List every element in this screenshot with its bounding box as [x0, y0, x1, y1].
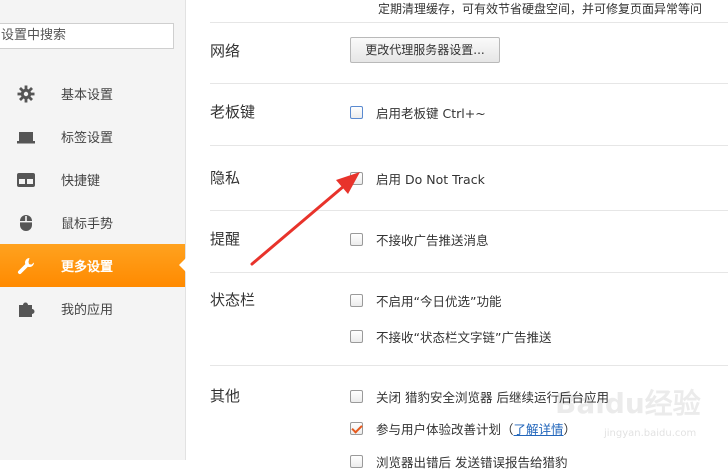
- section-title-statusbar: 状态栏: [210, 291, 256, 309]
- boss-key-label: 启用老板键 Ctrl+~: [376, 106, 486, 121]
- ad-push-option[interactable]: 不接收广告推送消息: [350, 230, 489, 249]
- settings-sidebar: 设置中搜索 基本设置 标签设置 快捷键 鼠标手势 更多设置 我的应用: [0, 0, 186, 460]
- sidebar-item-label: 基本设置: [61, 88, 114, 103]
- today-picks-label: 不启用“今日优选”功能: [376, 294, 502, 309]
- sidebar-item-label: 我的应用: [61, 303, 114, 318]
- ux-program-option[interactable]: 参与用户体验改善计划（ 了解详情 ）: [350, 419, 576, 438]
- section-title-reminder: 提醒: [210, 230, 241, 248]
- sidebar-item-mouse-gestures[interactable]: 鼠标手势: [0, 201, 185, 244]
- error-report-checkbox[interactable]: [350, 455, 363, 468]
- do-not-track-checkbox[interactable]: [350, 172, 363, 185]
- statusbar-link-ad-checkbox[interactable]: [350, 330, 363, 343]
- divider: [210, 272, 728, 273]
- section-title-other: 其他: [210, 387, 241, 405]
- section-title-privacy: 隐私: [210, 169, 241, 187]
- statusbar-link-ad-option[interactable]: 不接收“状态栏文字链”广告推送: [350, 327, 551, 346]
- error-report-label: 浏览器出错后 发送错误报告给猎豹: [376, 455, 568, 470]
- ux-program-checkbox[interactable]: [350, 422, 363, 435]
- ad-push-checkbox[interactable]: [350, 233, 363, 246]
- do-not-track-option[interactable]: 启用 Do Not Track: [350, 169, 485, 188]
- boss-key-option[interactable]: 启用老板键 Ctrl+~: [350, 103, 486, 122]
- change-proxy-button[interactable]: 更改代理服务器设置...: [350, 37, 500, 63]
- divider: [210, 365, 728, 366]
- background-apps-checkbox[interactable]: [350, 390, 363, 403]
- sidebar-item-more-settings[interactable]: 更多设置: [0, 244, 186, 287]
- section-title-boss-key: 老板键: [210, 103, 256, 121]
- statusbar-link-ad-label: 不接收“状态栏文字链”广告推送: [376, 330, 552, 345]
- mouse-icon: [15, 212, 37, 234]
- divider: [210, 22, 728, 23]
- baidu-watermark: Baidu经验: [555, 387, 701, 420]
- gear-icon: [15, 83, 37, 105]
- divider: [210, 210, 728, 211]
- ad-push-label: 不接收广告推送消息: [376, 233, 489, 248]
- section-title-network: 网络: [210, 42, 241, 60]
- clear-cache-description: 定期清理缓存，可有效节省硬盘空间，并可修复页面异常等问: [378, 2, 703, 16]
- divider: [210, 145, 728, 146]
- sidebar-item-label: 更多设置: [61, 260, 114, 275]
- sidebar-item-label: 标签设置: [61, 131, 114, 146]
- today-picks-option[interactable]: 不启用“今日优选”功能: [350, 291, 501, 310]
- tab-icon: [15, 126, 37, 148]
- sidebar-item-basic[interactable]: 基本设置: [0, 72, 185, 115]
- wrench-icon: [15, 255, 37, 277]
- ux-program-label: 参与用户体验改善计划（: [376, 422, 514, 437]
- sidebar-item-label: 鼠标手势: [61, 217, 114, 232]
- baidu-watermark-url: jingyan.baidu.com: [604, 428, 697, 439]
- settings-search-input[interactable]: 设置中搜索: [0, 23, 174, 49]
- keyboard-icon: [15, 169, 37, 191]
- sidebar-item-label: 快捷键: [61, 174, 101, 189]
- puzzle-icon: [15, 298, 37, 320]
- do-not-track-label: 启用 Do Not Track: [376, 172, 485, 187]
- divider: [210, 83, 728, 84]
- boss-key-checkbox[interactable]: [350, 106, 363, 119]
- settings-nav: 基本设置 标签设置 快捷键 鼠标手势 更多设置 我的应用: [0, 72, 186, 330]
- today-picks-checkbox[interactable]: [350, 294, 363, 307]
- error-report-option[interactable]: 浏览器出错后 发送错误报告给猎豹: [350, 452, 567, 471]
- sidebar-item-shortcuts[interactable]: 快捷键: [0, 158, 185, 201]
- sidebar-item-tabs[interactable]: 标签设置: [0, 115, 185, 158]
- sidebar-item-my-apps[interactable]: 我的应用: [0, 287, 185, 330]
